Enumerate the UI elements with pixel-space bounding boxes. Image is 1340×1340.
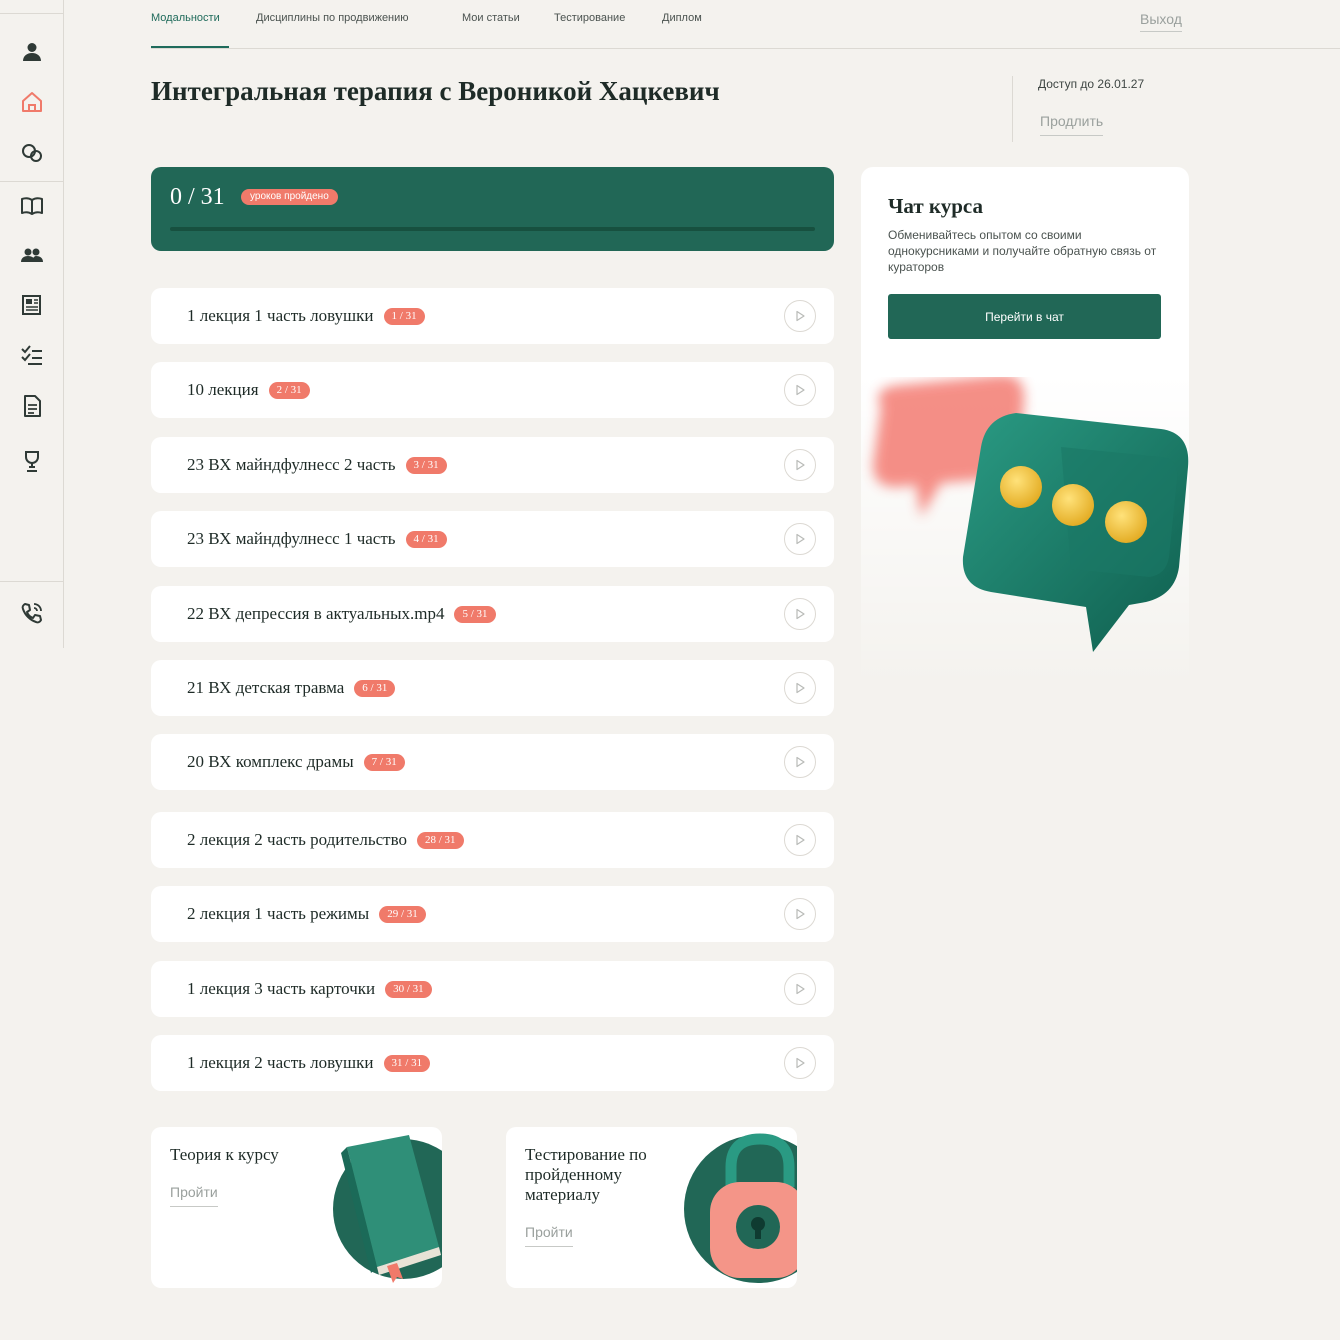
header-divider	[1012, 76, 1013, 142]
news-icon[interactable]	[18, 291, 46, 319]
extend-link[interactable]: Продлить	[1040, 113, 1104, 136]
trophy-icon[interactable]	[18, 447, 46, 475]
tab-modalities[interactable]: Модальности	[151, 12, 220, 24]
tab-testing[interactable]: Тестирование	[554, 12, 625, 24]
play-button[interactable]	[784, 374, 816, 406]
lesson-title: 1 лекция 1 часть ловушки	[187, 306, 374, 325]
lesson-item[interactable]: 1 лекция 1 часть ловушки 1 / 31	[151, 288, 834, 344]
lesson-title: 1 лекция 3 часть карточки	[187, 979, 376, 998]
lesson-item[interactable]: 23 ВХ майндфулнесс 2 часть 3 / 31	[151, 437, 834, 493]
theory-card[interactable]: Теория к курсу Пройти	[151, 1127, 442, 1288]
lesson-number-badge: 2 / 31	[268, 381, 310, 399]
tab-my-articles[interactable]: Мои статьи	[462, 12, 520, 24]
play-icon	[796, 756, 805, 768]
theory-link[interactable]: Пройти	[170, 1184, 218, 1207]
chat-bubbles-illustration	[873, 377, 1189, 652]
chat-icon[interactable]	[18, 139, 46, 167]
play-button[interactable]	[784, 598, 816, 630]
chat-title: Чат курса	[888, 194, 983, 218]
play-button[interactable]	[784, 1047, 816, 1079]
lesson-number-badge: 6 / 31	[354, 679, 396, 697]
lesson-item[interactable]: 1 лекция 2 часть ловушки 31 / 31	[151, 1035, 834, 1091]
document-icon[interactable]	[18, 392, 46, 420]
book-illustration	[333, 1135, 442, 1283]
sidebar-divider	[0, 13, 63, 14]
lesson-item[interactable]: 22 ВХ депрессия в актуальных.mp4 5 / 31	[151, 586, 834, 642]
sidebar	[0, 0, 64, 648]
lesson-number-badge: 28 / 31	[416, 831, 464, 849]
play-button[interactable]	[784, 300, 816, 332]
play-button[interactable]	[784, 746, 816, 778]
course-chat-card: Чат курса Обменивайтесь опытом со своими…	[861, 167, 1189, 687]
theory-title: Теория к курсу	[170, 1145, 279, 1164]
page-title: Интегральная терапия с Вероникой Хацкеви…	[151, 76, 720, 106]
lesson-number-badge: 31 / 31	[383, 1054, 431, 1072]
progress-card: 0 / 31 уроков пройдено	[151, 167, 834, 251]
play-button[interactable]	[784, 824, 816, 856]
progress-bar	[170, 227, 815, 231]
lesson-title: 10 лекция	[187, 380, 259, 399]
lesson-number-badge: 5 / 31	[454, 605, 496, 623]
play-icon	[796, 1057, 805, 1069]
progress-count: 0 / 31	[170, 184, 225, 210]
lesson-item[interactable]: 2 лекция 2 часть родительство 28 / 31	[151, 812, 834, 868]
lesson-title: 1 лекция 2 часть ловушки	[187, 1053, 374, 1072]
lesson-title: 21 ВХ детская травма	[187, 678, 345, 697]
checklist-icon[interactable]	[18, 341, 46, 369]
lesson-number-badge: 3 / 31	[405, 456, 447, 474]
lesson-title: 20 ВХ комплекс драмы	[187, 752, 354, 771]
lesson-number-badge: 29 / 31	[379, 905, 426, 923]
lesson-title: 2 лекция 1 часть режимы	[187, 904, 370, 923]
testing-link[interactable]: Пройти	[525, 1224, 573, 1247]
lesson-title: 23 ВХ майндфулнесс 2 часть	[187, 455, 396, 474]
book-icon[interactable]	[18, 192, 46, 220]
tab-diploma[interactable]: Диплом	[662, 12, 702, 24]
chat-description: Обменивайтесь опытом со своими однокурсн…	[888, 228, 1157, 274]
lock-illustration	[684, 1133, 797, 1283]
phone-icon[interactable]	[18, 599, 46, 627]
lesson-item[interactable]: 23 ВХ майндфулнесс 1 часть 4 / 31	[151, 511, 834, 567]
people-icon[interactable]	[18, 241, 46, 269]
play-button[interactable]	[784, 523, 816, 555]
progress-badge: уроков пройдено	[241, 189, 338, 205]
play-button[interactable]	[784, 898, 816, 930]
play-icon	[796, 608, 805, 620]
tab-promotion-disciplines[interactable]: Дисциплины по продвижению	[256, 12, 409, 24]
lesson-number-badge: 4 / 31	[405, 530, 447, 548]
play-button[interactable]	[784, 449, 816, 481]
sidebar-divider	[0, 581, 63, 582]
top-navigation: Модальности Дисциплины по продвижению Мо…	[151, 0, 1340, 49]
go-to-chat-button[interactable]: Перейти в чат	[888, 294, 1161, 339]
play-button[interactable]	[784, 672, 816, 704]
play-icon	[796, 908, 805, 920]
logout-link[interactable]: Выход	[1140, 11, 1182, 32]
home-icon[interactable]	[18, 88, 46, 116]
play-icon	[796, 310, 805, 322]
testing-card[interactable]: Тестирование по пройденному материалу Пр…	[506, 1127, 797, 1288]
play-icon	[796, 384, 805, 396]
lesson-item[interactable]: 20 ВХ комплекс драмы 7 / 31	[151, 734, 834, 790]
lesson-item[interactable]: 21 ВХ детская травма 6 / 31	[151, 660, 834, 716]
play-icon	[796, 983, 805, 995]
sidebar-divider	[0, 181, 63, 182]
lesson-item[interactable]: 10 лекция 2 / 31	[151, 362, 834, 418]
lesson-number-badge: 1 / 31	[383, 307, 425, 325]
testing-title: Тестирование по пройденному материалу	[525, 1145, 647, 1204]
lesson-number-badge: 30 / 31	[385, 980, 432, 998]
play-icon	[796, 682, 805, 694]
active-tab-indicator	[151, 46, 229, 48]
lesson-title: 22 ВХ депрессия в актуальных.mp4	[187, 604, 445, 623]
play-icon	[796, 533, 805, 545]
play-icon	[796, 459, 805, 471]
access-until: Доступ до 26.01.27	[1038, 77, 1145, 91]
lesson-item[interactable]: 2 лекция 1 часть режимы 29 / 31	[151, 886, 834, 942]
lesson-number-badge: 7 / 31	[363, 753, 405, 771]
lesson-item[interactable]: 1 лекция 3 часть карточки 30 / 31	[151, 961, 834, 1017]
lesson-title: 2 лекция 2 часть родительство	[187, 830, 407, 849]
play-button[interactable]	[784, 973, 816, 1005]
lesson-title: 23 ВХ майндфулнесс 1 часть	[187, 529, 396, 548]
user-icon[interactable]	[18, 38, 46, 66]
play-icon	[796, 834, 805, 846]
